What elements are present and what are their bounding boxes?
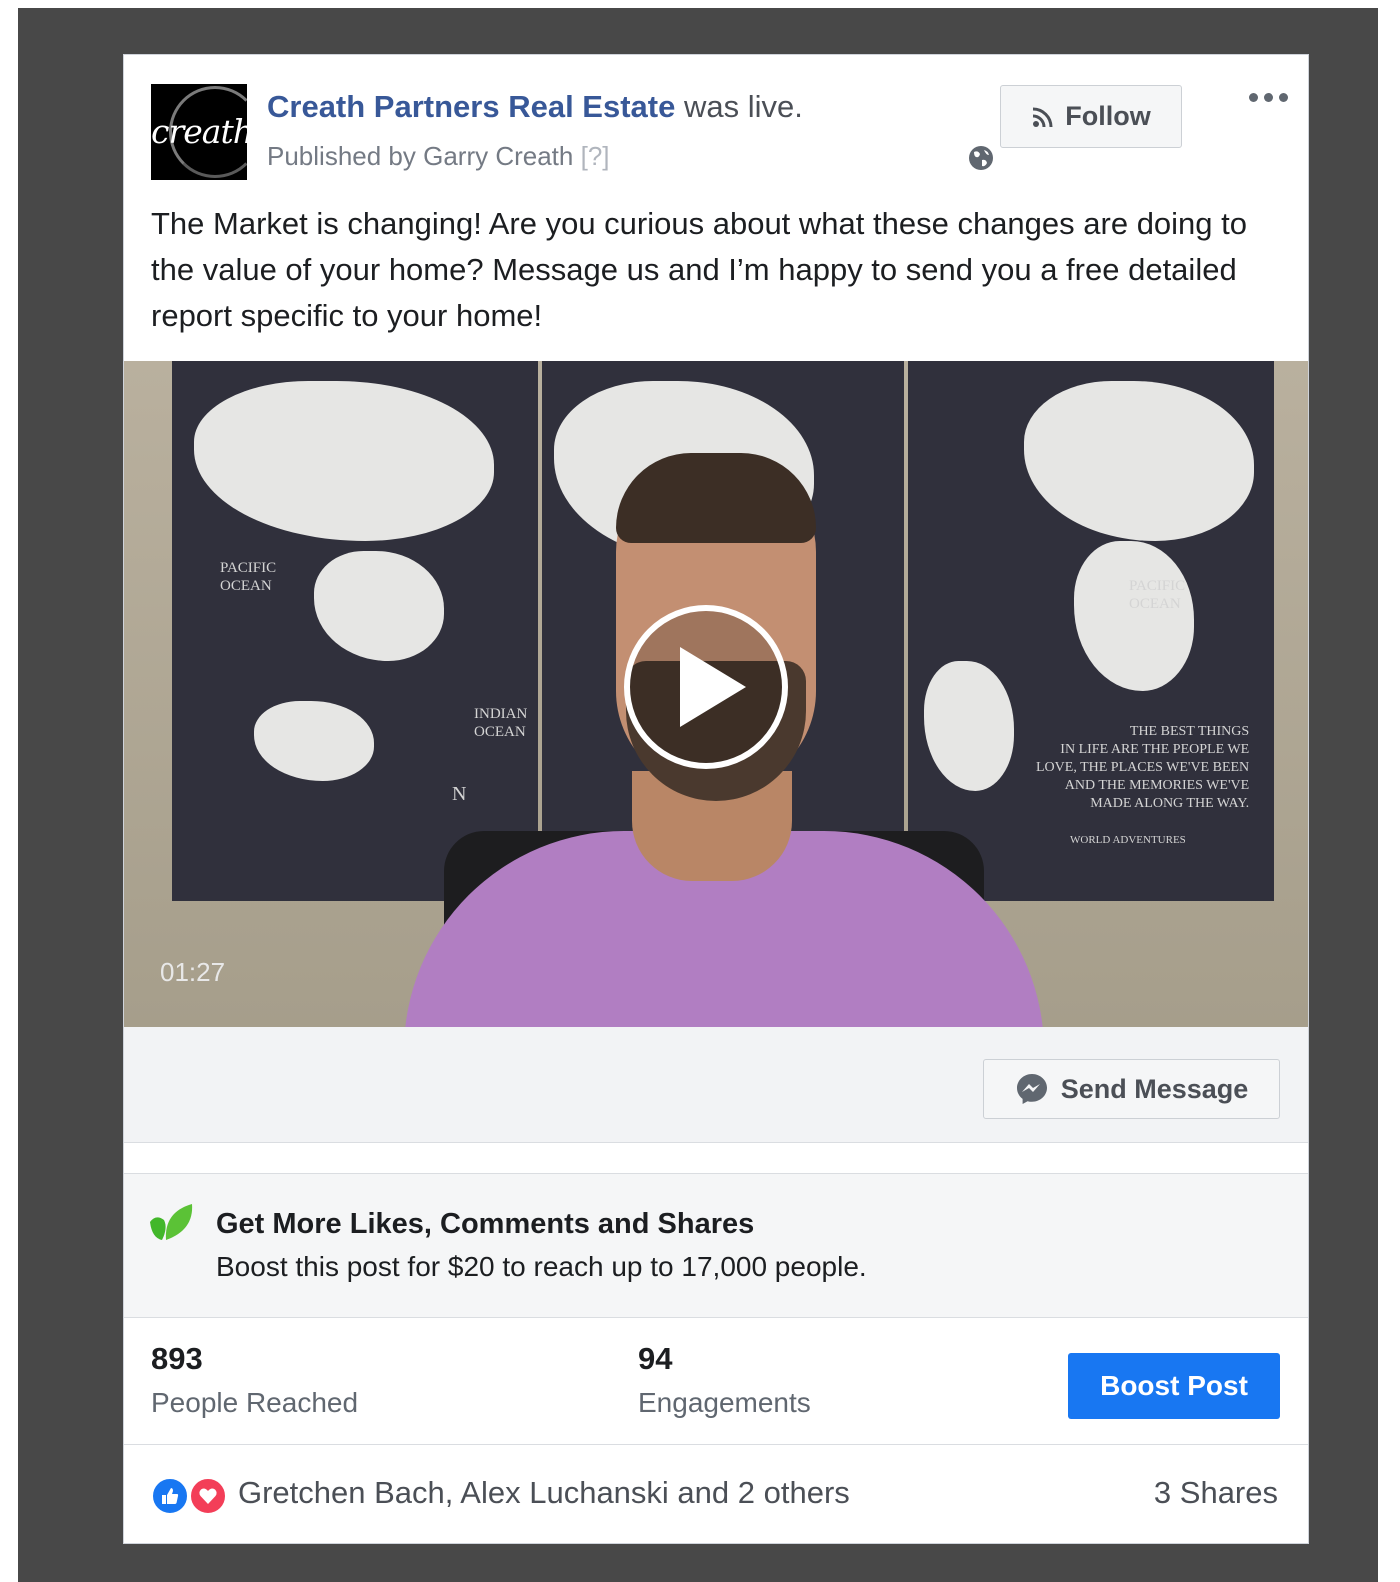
reactions-summary[interactable]: Gretchen Bach, Alex Luchanski and 2 othe… [238,1475,850,1511]
logo-wordmark: creath [151,112,247,151]
messenger-icon [1016,1074,1047,1104]
post-title-line: Creath Partners Real Estate was live. [267,89,803,125]
message-bar: Send Message [124,1027,1308,1143]
engagements-value: 94 [638,1341,673,1376]
compass-n-label: N [452,783,467,805]
send-message-label: Send Message [1060,1073,1249,1104]
follow-label: Follow [1065,101,1151,131]
map-label-pacific-left: PACIFIC OCEAN [220,560,277,594]
play-button[interactable] [624,605,788,769]
boost-post-button[interactable]: Boost Post [1068,1353,1280,1419]
map-label-pacific-right: PACIFIC OCEAN [1129,578,1186,612]
people-reached-value: 893 [151,1341,203,1376]
leaf-icon [150,1204,193,1240]
send-message-button[interactable]: Send Message [983,1059,1280,1119]
people-reached-label: People Reached [151,1387,359,1418]
video-duration: 01:27 [160,957,226,987]
post-body-text: The Market is changing! Are you curious … [151,206,1248,333]
video-player[interactable]: PACIFIC OCEAN PACIFIC OCEAN INDIAN OCEAN… [124,361,1308,1027]
post-action-text: was live. [683,89,803,124]
page-avatar[interactable]: creath [151,84,247,180]
boost-promo: Get More Likes, Comments and Shares Boos… [124,1173,1308,1318]
promo-description: Boost this post for $20 to reach up to 1… [216,1251,867,1282]
love-reaction-icon[interactable] [189,1477,227,1515]
promo-title: Get More Likes, Comments and Shares [216,1208,755,1240]
follow-button[interactable]: Follow [1000,85,1182,148]
divider [124,1444,1308,1445]
shares-count[interactable]: 3 Shares [1154,1475,1278,1511]
map-quote: THE BEST THINGS IN LIFE ARE THE PEOPLE W… [1036,724,1250,811]
rss-icon [1033,107,1053,127]
screenshot-frame: creath Creath Partners Real Estate was l… [18,8,1378,1582]
post-card: creath Creath Partners Real Estate was l… [123,54,1309,1544]
engagements-label: Engagements [638,1387,811,1418]
globe-icon [969,146,993,170]
page-name-link[interactable]: Creath Partners Real Estate [267,89,675,124]
play-icon [680,647,746,727]
map-brand: WORLD ADVENTURES [1070,834,1186,846]
more-options-icon[interactable] [1249,93,1291,113]
map-label-indian: INDIAN OCEAN [474,706,528,740]
published-help-link[interactable]: [?] [581,141,610,171]
like-reaction-icon[interactable] [151,1477,189,1515]
published-by-text: Published by Garry Creath [267,141,574,171]
post-subtitle: Published by Garry Creath [?] [267,141,610,172]
